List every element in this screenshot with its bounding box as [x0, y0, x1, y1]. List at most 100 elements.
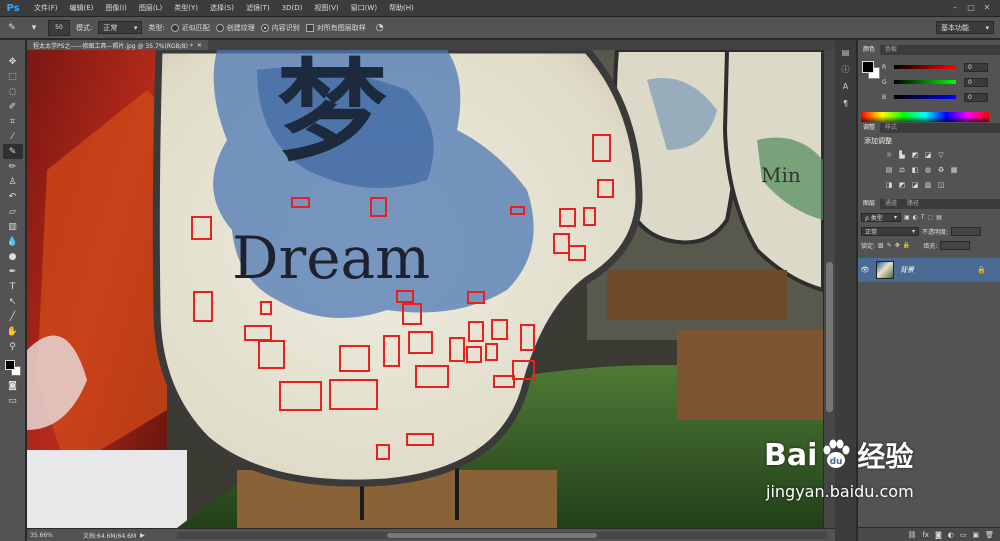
blend-mode-select[interactable]: 正常 ▾ — [861, 227, 919, 236]
levels-icon[interactable]: ▙ — [897, 150, 907, 160]
tab-styles[interactable]: 样式 — [880, 123, 902, 133]
red-slider[interactable] — [894, 65, 956, 69]
black-white-icon[interactable]: ◧ — [910, 165, 920, 175]
dodge-tool-icon[interactable]: ● — [3, 249, 23, 264]
workspace-select[interactable]: 基本功能 ▾ — [936, 21, 994, 34]
zoom-field[interactable]: 35.66% — [27, 532, 57, 539]
minimize-button[interactable]: – — [950, 3, 960, 13]
lock-transparent-icon[interactable]: ▨ — [878, 242, 884, 249]
layer-name[interactable]: 背景 — [900, 265, 914, 275]
green-slider[interactable] — [894, 80, 956, 84]
crop-tool-icon[interactable]: ⌗ — [3, 114, 23, 129]
delete-layer-icon[interactable]: 🗑 — [985, 531, 994, 539]
lock-brush-icon[interactable]: ✎ — [887, 242, 892, 249]
link-layers-icon[interactable]: ⛓ — [907, 531, 916, 539]
quick-mask-icon[interactable]: ◙ — [3, 378, 23, 393]
menu-filter[interactable]: 滤镜(T) — [240, 3, 276, 13]
tab-channels[interactable]: 通道 — [880, 199, 902, 209]
screen-mode-icon[interactable]: ▭ — [3, 393, 23, 408]
color-spectrum-bar[interactable] — [861, 112, 989, 122]
line-tool-icon[interactable]: ╱ — [3, 309, 23, 324]
sample-all-layers-checkbox[interactable]: 对所有图层取样 — [305, 23, 366, 33]
gradient-map-icon[interactable]: ▥ — [923, 180, 933, 190]
fill-field[interactable] — [940, 241, 971, 250]
hue-saturation-icon[interactable]: ▤ — [884, 165, 894, 175]
filter-shape-icon[interactable]: ⬚ — [928, 214, 934, 221]
blue-slider[interactable] — [894, 95, 956, 99]
type-create-texture[interactable]: 创建纹理 — [215, 23, 255, 33]
tab-adjustments[interactable]: 调整 — [858, 123, 881, 133]
spot-healing-tool-icon[interactable]: ✎ — [2, 144, 23, 159]
red-value-field[interactable]: 0 — [964, 62, 988, 72]
filter-type-icon[interactable]: T — [921, 214, 925, 221]
channel-mixer-icon[interactable]: ♻ — [936, 165, 946, 175]
brush-tool-icon[interactable]: ✏ — [3, 159, 23, 174]
tab-swatches[interactable]: 色板 — [880, 45, 902, 55]
layer-style-icon[interactable]: fx — [922, 531, 929, 539]
tab-color[interactable]: 颜色 — [858, 45, 881, 55]
threshold-icon[interactable]: ◪ — [910, 180, 920, 190]
type-proximity-match[interactable]: 近似匹配 — [170, 23, 210, 33]
paragraph-panel-icon[interactable]: ¶ — [839, 97, 853, 109]
posterize-icon[interactable]: ◩ — [897, 180, 907, 190]
spot-healing-brush-icon[interactable]: ✎ — [4, 20, 20, 36]
foreground-color-swatch[interactable] — [4, 360, 15, 370]
add-mask-icon[interactable]: ◙ — [935, 531, 942, 539]
menu-type[interactable]: 类型(Y) — [168, 3, 204, 13]
new-adjustment-icon[interactable]: ◐ — [948, 531, 954, 539]
tab-layers[interactable]: 图层 — [858, 199, 881, 209]
history-panel-icon[interactable]: ▤ — [839, 46, 853, 58]
menu-help[interactable]: 帮助(H) — [383, 3, 420, 13]
filter-pixel-icon[interactable]: ▣ — [904, 214, 910, 221]
tool-preset-dropdown-icon[interactable]: ▾ — [26, 20, 42, 36]
menu-layer[interactable]: 图层(L) — [133, 3, 168, 13]
brush-size-picker[interactable]: 50 — [48, 19, 70, 36]
lock-all-icon[interactable]: 🔒 — [903, 242, 910, 249]
horizontal-scrollbar[interactable] — [177, 532, 827, 539]
vertical-scroll-thumb[interactable] — [826, 262, 833, 412]
pen-tool-icon[interactable]: ✒ — [3, 264, 23, 279]
horizontal-scroll-thumb[interactable] — [387, 533, 597, 538]
properties-panel-icon[interactable]: ⓘ — [839, 63, 853, 75]
document-tab[interactable]: 程太太学PS之——修图工具—照片.jpg @ 35.7%(RGB/8) * ✕ — [27, 40, 208, 50]
color-balance-icon[interactable]: ⚖ — [897, 165, 907, 175]
move-tool-icon[interactable]: ✥ — [3, 54, 23, 69]
curves-icon[interactable]: ◩ — [910, 150, 920, 160]
visibility-eye-icon[interactable]: 👁 — [858, 266, 872, 274]
type-tool-icon[interactable]: T — [3, 279, 23, 294]
eraser-tool-icon[interactable]: ▱ — [3, 204, 23, 219]
status-menu-arrow-icon[interactable]: ▶ — [140, 532, 145, 539]
quick-select-tool-icon[interactable]: ✐ — [3, 99, 23, 114]
photo-filter-icon[interactable]: ◍ — [923, 165, 933, 175]
menu-3d[interactable]: 3D(D) — [276, 4, 309, 12]
green-value-field[interactable]: 0 — [964, 77, 988, 87]
menu-file[interactable]: 文件(F) — [28, 3, 64, 13]
document-canvas[interactable]: Min 梦 Dream — [27, 50, 823, 528]
layer-filter-select[interactable]: ρ 类型 ▾ — [861, 213, 901, 222]
exposure-icon[interactable]: ◪ — [923, 150, 933, 160]
blue-value-field[interactable]: 0 — [964, 92, 988, 102]
close-icon[interactable]: ✕ — [197, 42, 202, 49]
filter-smart-icon[interactable]: ▤ — [936, 214, 942, 221]
marquee-tool-icon[interactable]: ⬚ — [3, 69, 23, 84]
maximize-button[interactable]: □ — [966, 3, 976, 13]
opacity-field[interactable] — [951, 227, 982, 236]
invert-icon[interactable]: ◨ — [884, 180, 894, 190]
panel-foreground-swatch[interactable] — [862, 61, 874, 73]
new-layer-icon[interactable]: ▣ — [972, 531, 979, 539]
lasso-tool-icon[interactable]: ◌ — [3, 84, 23, 99]
menu-edit[interactable]: 编辑(E) — [64, 3, 100, 13]
gradient-tool-icon[interactable]: ▥ — [3, 219, 23, 234]
pressure-size-icon[interactable]: ◔ — [372, 20, 388, 36]
menu-window[interactable]: 窗口(W) — [345, 3, 383, 13]
clone-stamp-tool-icon[interactable]: ♙ — [3, 174, 23, 189]
hand-tool-icon[interactable]: ✋ — [3, 324, 23, 339]
selective-color-icon[interactable]: ◫ — [936, 180, 946, 190]
path-select-tool-icon[interactable]: ↖ — [3, 294, 23, 309]
close-button[interactable]: ✕ — [982, 3, 992, 13]
filter-adjust-icon[interactable]: ◐ — [913, 214, 918, 221]
menu-view[interactable]: 视图(V) — [308, 3, 344, 13]
tab-paths[interactable]: 路径 — [902, 199, 924, 209]
vibrance-icon[interactable]: ▽ — [936, 150, 946, 160]
type-content-aware[interactable]: 内容识别 — [260, 23, 300, 33]
